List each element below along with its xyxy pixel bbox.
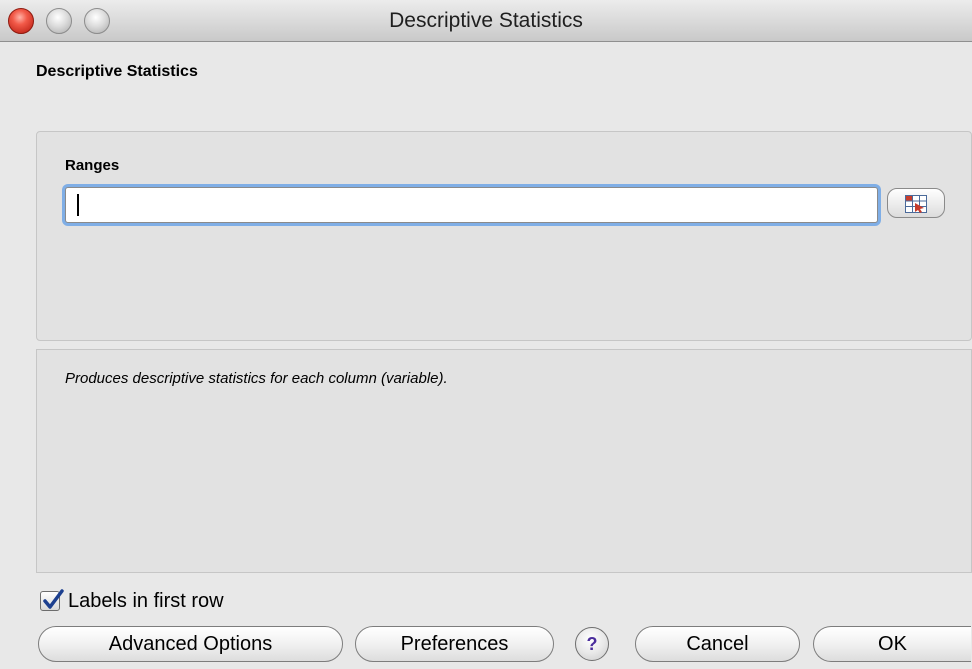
ranges-panel: Ranges xyxy=(36,131,972,341)
help-icon: ? xyxy=(586,634,598,654)
description-text: Produces descriptive statistics for each… xyxy=(65,370,448,387)
range-select-icon xyxy=(905,195,927,213)
ranges-label: Ranges xyxy=(65,157,120,174)
text-caret xyxy=(77,194,79,216)
checkmark-icon xyxy=(43,589,64,609)
title-bar: Descriptive Statistics xyxy=(0,0,972,42)
cancel-button[interactable]: Cancel xyxy=(635,626,800,662)
preferences-button[interactable]: Preferences xyxy=(355,626,554,662)
labels-checkbox[interactable] xyxy=(40,589,64,611)
ok-button[interactable]: OK xyxy=(813,626,971,662)
dialog-heading: Descriptive Statistics xyxy=(36,63,198,80)
labels-checkbox-label: Labels in first row xyxy=(68,590,224,612)
range-picker-button[interactable] xyxy=(887,188,945,218)
help-button[interactable]: ? xyxy=(575,627,609,661)
window-title: Descriptive Statistics xyxy=(389,9,583,32)
advanced-options-button[interactable]: Advanced Options xyxy=(38,626,343,662)
description-panel: Produces descriptive statistics for each… xyxy=(36,349,972,573)
ranges-input[interactable] xyxy=(65,187,878,223)
